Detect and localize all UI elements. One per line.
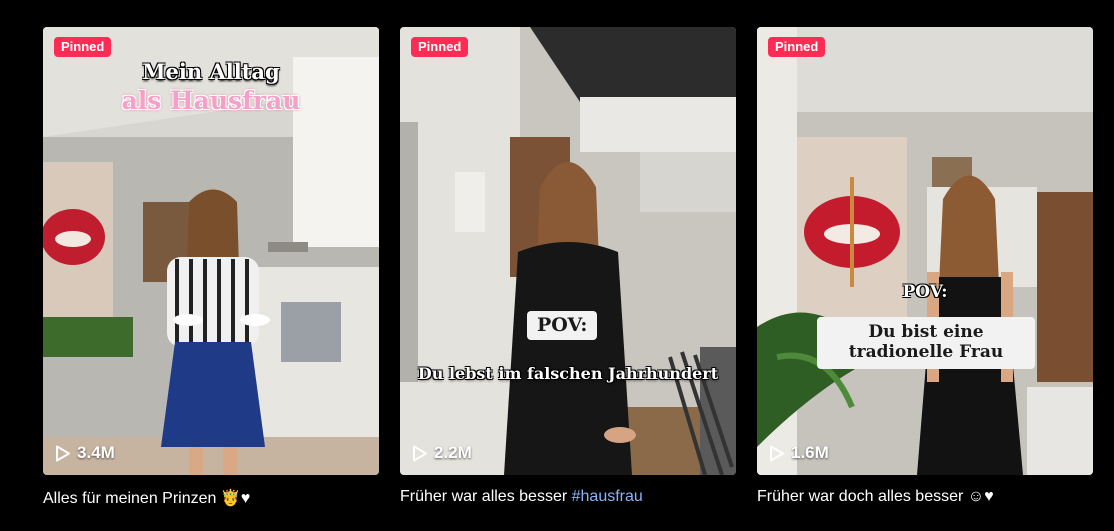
video-caption[interactable]: Früher war doch alles besser ☺♥ [757,488,1093,506]
view-count-value: 1.6M [791,443,829,462]
play-outline-icon [770,445,784,461]
video-caption[interactable]: Alles für meinen Prinzen 🤴♥ [43,488,379,508]
video-thumbnail[interactable]: Pinned Mein Alltag als Hausfrau 3.4M [43,27,379,475]
video-card[interactable]: Pinned POV: Du bist eine tradionelle Fra… [757,27,1093,519]
overlay-text-box: Du bist eine tradionelle Frau [817,317,1035,369]
video-card[interactable]: Pinned POV: Du lebst im falschen Jahrhun… [400,27,736,519]
video-grid: Pinned Mein Alltag als Hausfrau 3.4M All… [0,0,1114,531]
overlay-text: Du lebst im falschen Jahrhundert [417,364,719,383]
play-outline-icon [413,445,427,461]
play-outline-icon [56,445,70,461]
overlay-text: POV: [902,282,948,302]
thumbnail-scene-image [757,27,1093,475]
video-thumbnail[interactable]: Pinned POV: Du bist eine tradionelle Fra… [757,27,1093,475]
hashtag-link[interactable]: #hausfrau [572,488,643,505]
overlay-text: als Hausfrau [121,86,301,115]
thumbnail-scene-image [400,27,736,475]
video-thumbnail[interactable]: Pinned POV: Du lebst im falschen Jahrhun… [400,27,736,475]
overlay-text-box: POV: [527,311,598,340]
view-count-value: 2.2M [434,443,472,462]
view-count: 2.2M [412,443,472,463]
pinned-badge: Pinned [54,37,112,57]
overlay-text: Mein Alltag [142,59,280,84]
view-count: 3.4M [55,443,115,463]
view-count-value: 3.4M [77,443,115,462]
caption-text: Früher war alles besser [400,488,572,505]
pinned-badge: Pinned [411,37,469,57]
view-count: 1.6M [769,443,829,463]
video-caption[interactable]: Früher war alles besser #hausfrau [400,488,736,506]
pinned-badge: Pinned [768,37,826,57]
video-card[interactable]: Pinned Mein Alltag als Hausfrau 3.4M All… [43,27,379,519]
